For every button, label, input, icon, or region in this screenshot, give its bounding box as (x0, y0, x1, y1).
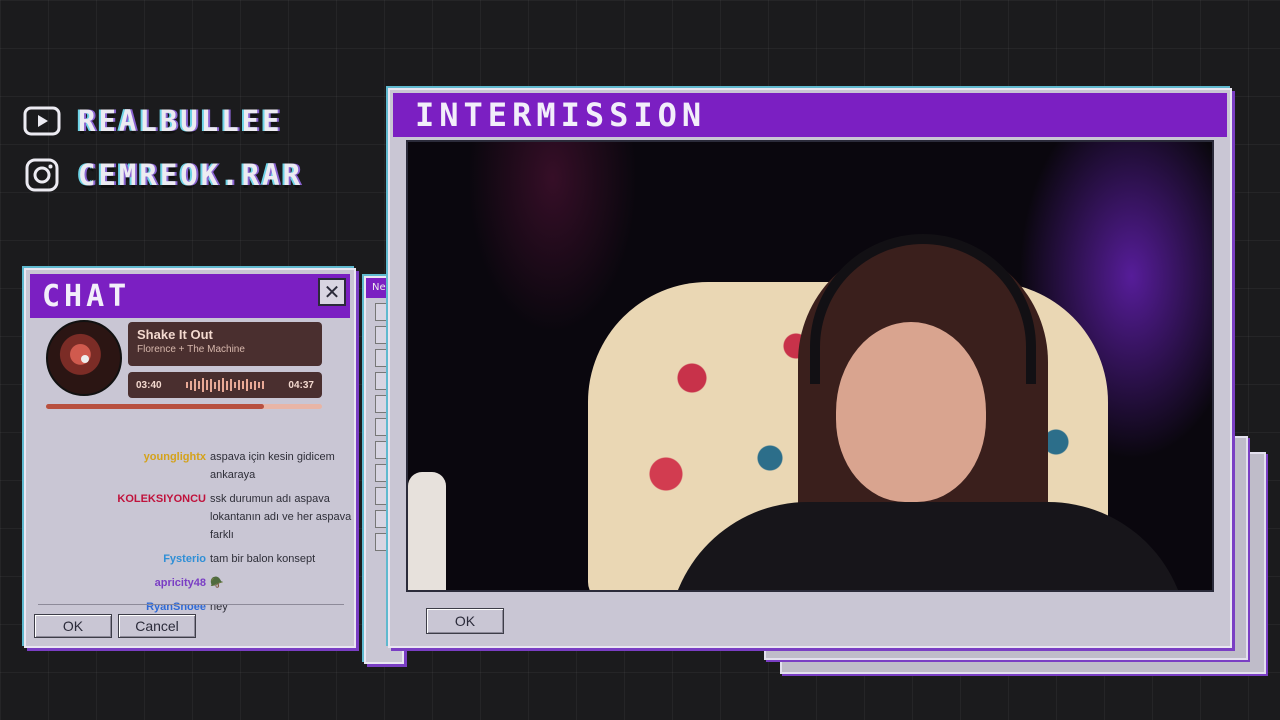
chat-text: ney (210, 601, 228, 613)
song-title: Shake It Out (137, 327, 213, 342)
chat-messages: younglightx aspava için kesin gidicem ank… (36, 448, 352, 622)
chat-username[interactable]: younglightx (36, 448, 210, 484)
chat-message: younglightx aspava için kesin gidicem ank… (36, 448, 352, 484)
album-cover (46, 320, 122, 396)
webcam-feed (406, 140, 1214, 592)
youtube-handle: REALBULLEE (78, 104, 283, 138)
now-playing-card: Shake It Out Florence + The Machine (128, 322, 322, 366)
playback-time: 03:40 04:37 (128, 372, 322, 398)
social-instagram: CEMREOK.RAR (22, 158, 303, 192)
chat-text: ssk durumun adı aspava lokantanın adı ve… (210, 493, 352, 541)
webcam-person-body (668, 502, 1188, 590)
chat-username[interactable]: KOLEKSIYONCU (36, 490, 210, 544)
chat-text: tam bir balon konsept (210, 553, 316, 565)
elapsed-time: 03:40 (136, 379, 162, 391)
chat-message: apricity48 🪖 (36, 574, 352, 592)
chat-text: aspava için kesin gidicem ankaraya (210, 451, 335, 481)
chat-message: KOLEKSIYONCU ssk durumun adı aspava lokan… (36, 490, 352, 544)
chat-message: Fysterio tam bir balon konsept (36, 550, 352, 568)
intermission-window: INTERMISSION OK (388, 88, 1232, 648)
ok-button[interactable]: OK (34, 614, 112, 638)
chat-divider (38, 604, 344, 605)
progress-bar (46, 404, 322, 409)
progress-fill (46, 404, 265, 409)
waveform-icon (186, 378, 264, 392)
close-icon[interactable]: ✕ (318, 278, 346, 306)
total-time: 04:37 (288, 379, 314, 391)
headset-icon (810, 234, 1036, 384)
chat-username[interactable]: Fysterio (36, 550, 210, 568)
chat-title: CHAT (42, 278, 131, 314)
cancel-button[interactable]: Cancel (118, 614, 196, 638)
intermission-ok-button[interactable]: OK (426, 608, 504, 634)
youtube-icon (22, 104, 62, 138)
intermission-title-bar: INTERMISSION (393, 93, 1227, 137)
intermission-title: INTERMISSION (415, 96, 707, 134)
instagram-icon (22, 158, 62, 192)
chat-username[interactable]: apricity48 (36, 574, 210, 592)
song-artist: Florence + The Machine (137, 344, 245, 355)
social-youtube: REALBULLEE (22, 104, 283, 138)
instagram-handle: CEMREOK.RAR (78, 158, 304, 192)
chat-title-bar: CHAT (30, 274, 350, 318)
chat-window: CHAT ✕ Shake It Out Florence + The Machi… (24, 268, 356, 648)
webcam-lamp (408, 472, 446, 590)
chat-text: 🪖 (210, 577, 224, 589)
